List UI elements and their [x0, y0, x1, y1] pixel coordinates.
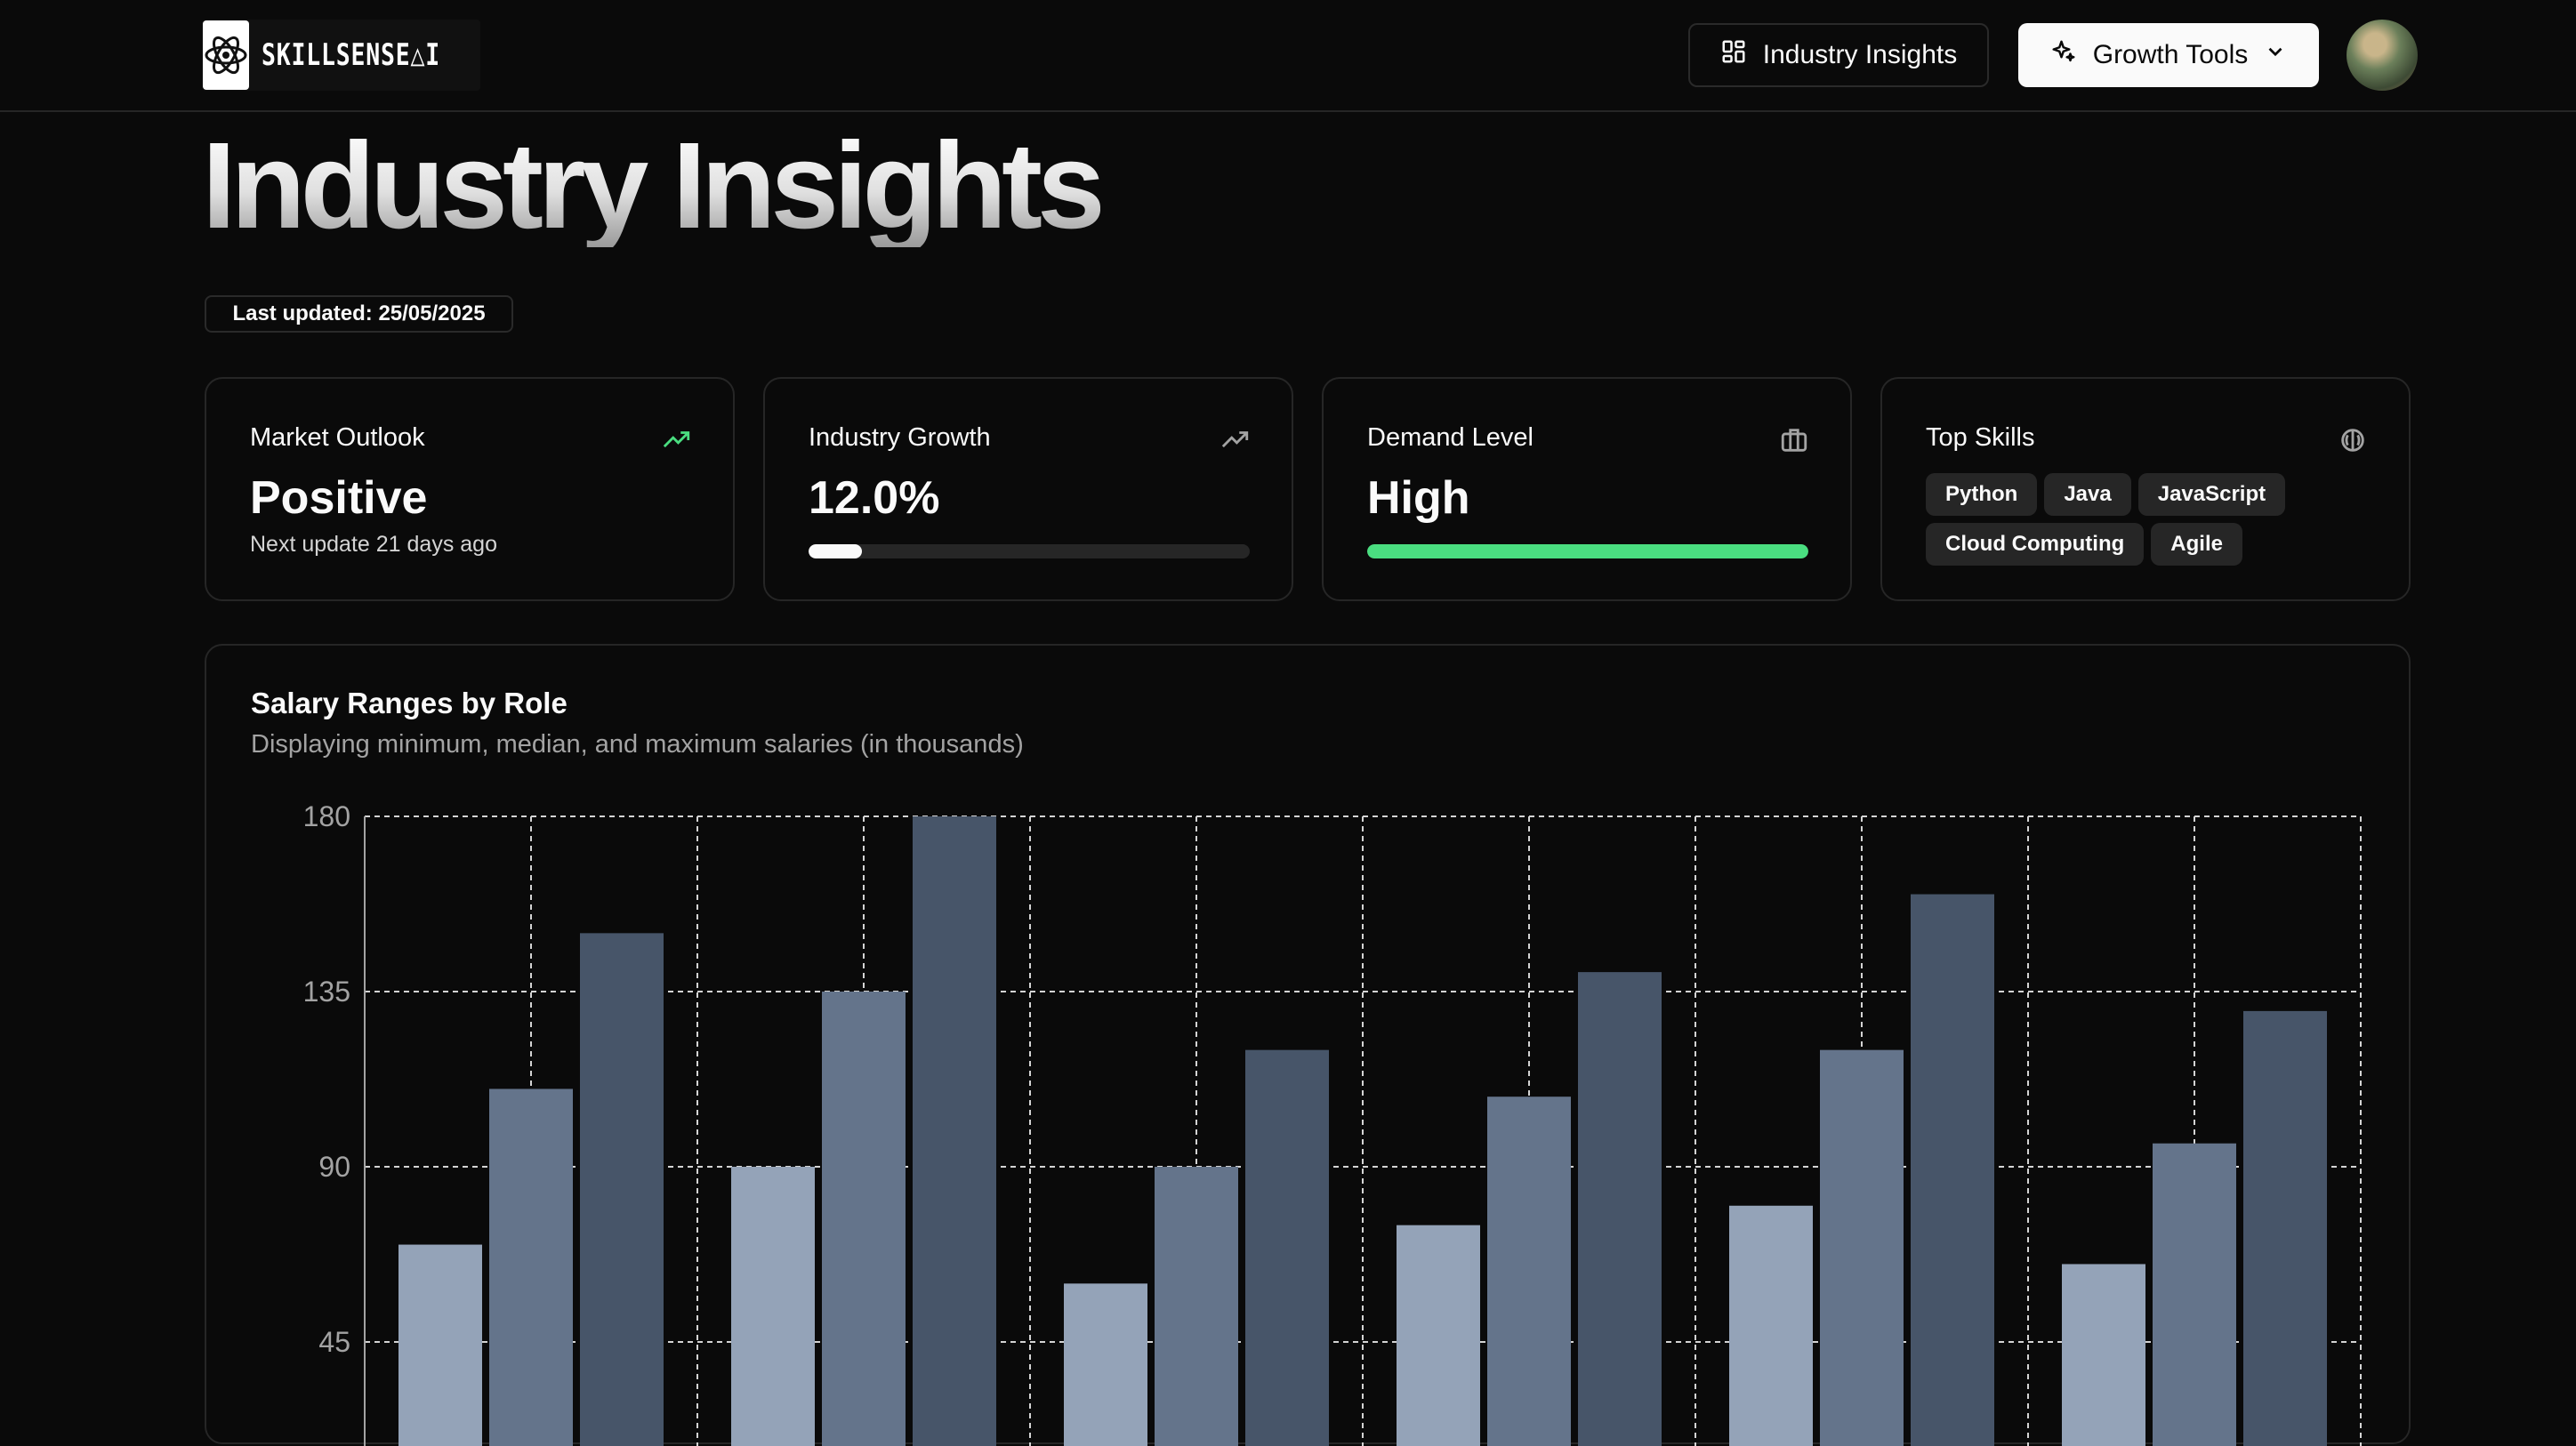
salary-bar: [1911, 894, 1994, 1446]
brain-icon: [2338, 425, 2368, 455]
salary-bar: [822, 992, 906, 1446]
salary-bar: [913, 816, 996, 1446]
brand-name: SKILLSENSE△I: [262, 37, 440, 73]
industry-growth-progress-fill: [809, 544, 862, 558]
top-navigation-bar: SKILLSENSE△I Industry Insights Growth To…: [0, 0, 2576, 112]
salary-bar: [2062, 1264, 2145, 1446]
skill-chip: Java: [2044, 473, 2131, 516]
page-title: Industry Insights: [202, 117, 1106, 254]
user-avatar[interactable]: [2347, 20, 2418, 91]
brand-logo[interactable]: SKILLSENSE△I: [202, 20, 480, 91]
y-tick-label: 135: [303, 976, 350, 1008]
salary-bar: [580, 933, 664, 1446]
salary-bar: [1487, 1097, 1571, 1446]
demand-level-card: Demand Level High: [1322, 377, 1852, 601]
salary-bar: [398, 1244, 482, 1446]
skill-chip: Cloud Computing: [1926, 523, 2145, 566]
salary-bar: [489, 1089, 573, 1446]
salary-bar: [2243, 1010, 2327, 1446]
market-outlook-title: Market Outlook: [250, 423, 425, 452]
skill-chip: Python: [1926, 473, 2038, 516]
skill-chip: JavaScript: [2137, 473, 2286, 516]
industry-insights-nav-button[interactable]: Industry Insights: [1688, 23, 1989, 87]
salary-bar: [1820, 1049, 1904, 1446]
salary-bar: [2153, 1143, 2236, 1446]
salary-bar: [1245, 1049, 1329, 1446]
growth-tools-dropdown-button[interactable]: Growth Tools: [2018, 23, 2319, 87]
sparkles-icon: [2050, 38, 2077, 72]
salary-bar: [1729, 1205, 1813, 1446]
market-outlook-value: Positive: [250, 472, 428, 524]
salary-bar-chart: 45 90 135 180: [303, 800, 2362, 1446]
salary-bar: [1578, 972, 1662, 1446]
salary-bar: [1064, 1283, 1147, 1446]
demand-level-title: Demand Level: [1367, 423, 1534, 452]
market-outlook-card: Market Outlook Positive Next update 21 d…: [205, 377, 735, 601]
y-tick-label: 90: [318, 1151, 350, 1183]
briefcase-icon: [1779, 425, 1809, 455]
last-updated-badge: Last updated: 25/05/2025: [205, 295, 513, 333]
industry-growth-progress-bar: [809, 544, 1250, 558]
demand-level-progress-bar: [1367, 544, 1808, 558]
growth-tools-label: Growth Tools: [2092, 40, 2249, 69]
industry-insights-nav-label: Industry Insights: [1762, 40, 1958, 69]
top-skills-title: Top Skills: [1926, 423, 2035, 452]
trending-up-icon: [662, 425, 692, 455]
y-tick-label: 45: [318, 1326, 350, 1358]
salary-bar: [1397, 1225, 1480, 1446]
salary-bar: [1155, 1167, 1238, 1446]
atom-logo-icon: [203, 20, 249, 90]
demand-level-value: High: [1367, 472, 1470, 524]
salary-bar: [731, 1167, 815, 1446]
top-skills-card: Top Skills Python Java JavaScript Cloud …: [1880, 377, 2411, 601]
trending-up-icon: [1220, 425, 1251, 455]
dashboard-grid-icon: [1720, 38, 1747, 72]
skill-chip: Agile: [2151, 523, 2242, 566]
next-update-text: Next update 21 days ago: [250, 532, 497, 557]
industry-growth-card: Industry Growth 12.0%: [763, 377, 1293, 601]
salary-ranges-chart-card: Salary Ranges by Role Displaying minimum…: [205, 644, 2411, 1446]
top-skills-list: Python Java JavaScript Cloud Computing A…: [1926, 473, 2388, 566]
y-tick-label: 180: [303, 800, 350, 832]
industry-growth-value: 12.0%: [809, 472, 940, 524]
industry-growth-title: Industry Growth: [809, 423, 991, 452]
chevron-down-icon: [2264, 40, 2287, 70]
demand-level-progress-fill: [1367, 544, 1808, 558]
